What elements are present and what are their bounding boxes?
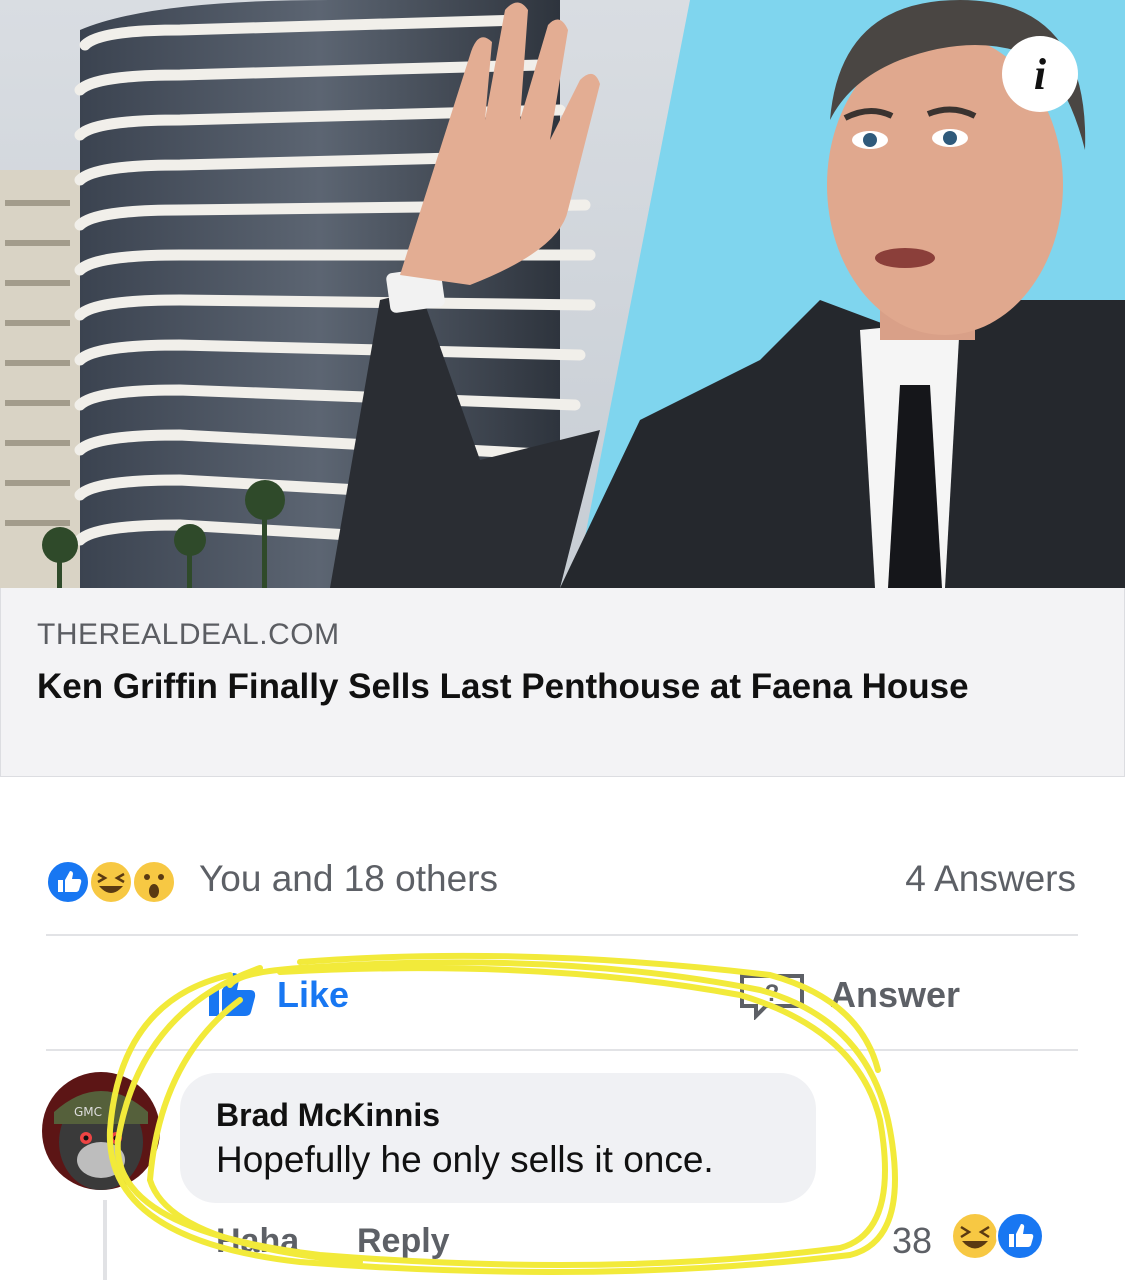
link-preview-card[interactable]: THEREALDEAL.COM Ken Griffin Finally Sell… [0,588,1125,777]
comment-text: Hopefully he only sells it once. [216,1139,714,1180]
divider [46,934,1078,936]
link-domain: THEREALDEAL.COM [37,618,340,651]
answers-count[interactable]: 4 Answers [905,858,1076,900]
info-icon[interactable]: i [1002,36,1078,112]
svg-text:GMC: GMC [74,1105,102,1119]
reply-button[interactable]: Reply [357,1222,450,1261]
like-icon [996,1212,1044,1260]
question-bubble-icon: ? [740,974,804,1020]
avatar[interactable]: GMC [42,1072,160,1190]
like-icon [46,860,90,904]
comment-reaction-count[interactable]: 38 [892,1220,932,1262]
haha-button[interactable]: Haha [216,1222,299,1261]
comment-reaction-icons[interactable] [950,1211,1046,1261]
reaction-icons [46,860,176,904]
thumbs-up-icon [209,973,256,1016]
reactions-summary[interactable]: You and 18 others 4 Answers [46,856,1078,904]
link-preview-image[interactable]: i [0,0,1125,588]
answer-label: Answer [830,974,961,1015]
haha-icon [951,1212,999,1260]
comment-bubble[interactable]: Brad McKinnis Hopefully he only sells it… [180,1073,816,1203]
like-label: Like [277,974,350,1015]
comment-author[interactable]: Brad McKinnis [216,1097,440,1134]
reactions-text[interactable]: You and 18 others [199,858,498,900]
haha-icon [89,860,133,904]
divider [46,1049,1078,1051]
svg-text:?: ? [765,980,780,1007]
thread-line [103,1200,107,1280]
link-headline[interactable]: Ken Griffin Finally Sells Last Penthouse… [37,664,1077,710]
wow-icon [132,860,176,904]
